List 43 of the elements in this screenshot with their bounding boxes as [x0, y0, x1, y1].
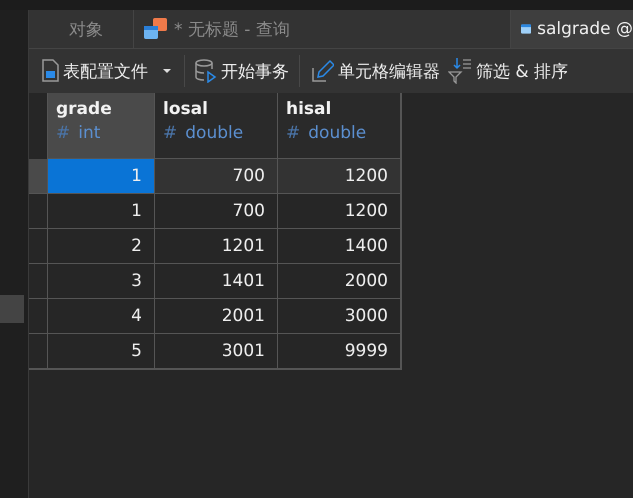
row-header[interactable]	[29, 334, 48, 369]
column-type: double	[308, 123, 366, 143]
row-header[interactable]	[29, 264, 48, 299]
database-icon	[195, 59, 217, 83]
toolbar-button[interactable]: 单元格编辑器	[306, 54, 444, 88]
table-cell: 700	[155, 159, 278, 194]
table-cell: 3001	[155, 334, 278, 369]
column-header[interactable]: grade # int	[48, 93, 155, 159]
table-cell: 1201	[155, 229, 278, 264]
number-type-icon: #	[163, 123, 178, 143]
pencil-icon	[310, 59, 334, 83]
row-header[interactable]	[29, 194, 48, 229]
column-type: int	[78, 123, 100, 143]
table-cell: 3000	[278, 299, 401, 334]
table-cell: 1400	[278, 229, 401, 264]
toolbar-button[interactable]: 开始事务	[191, 54, 293, 88]
tab[interactable]: salgrade @	[511, 10, 633, 48]
toolbar-button[interactable]: 表配置文件	[37, 54, 178, 88]
column-type: double	[185, 123, 244, 143]
table-cell: 1200	[278, 159, 401, 194]
column-header[interactable]: hisal # double	[278, 93, 401, 159]
table-cell: 2000	[278, 264, 401, 299]
file-icon	[41, 59, 59, 83]
table-cell: 9999	[278, 334, 401, 369]
row-header[interactable]	[29, 229, 48, 264]
table-cell: 1200	[278, 194, 401, 229]
number-type-icon: #	[286, 123, 300, 143]
row-header[interactable]	[29, 299, 48, 334]
table-cell: 2	[48, 229, 155, 264]
table-cell: 1401	[155, 264, 278, 299]
query-icon	[144, 18, 168, 40]
table-cell: 3	[48, 264, 155, 299]
row-header[interactable]	[29, 159, 48, 194]
filter-icon	[448, 58, 472, 84]
table-cell: 700	[155, 194, 278, 229]
table-cell: 2001	[155, 299, 278, 334]
table-cell: 1	[48, 194, 155, 229]
table-cell: 4	[48, 299, 155, 334]
number-type-icon: #	[56, 123, 70, 143]
column-header[interactable]: losal # double	[155, 93, 278, 159]
toolbar-button[interactable]: 筛选 & 排序	[444, 54, 572, 88]
table-cell: 1	[48, 159, 155, 194]
table-cell: 5	[48, 334, 155, 369]
